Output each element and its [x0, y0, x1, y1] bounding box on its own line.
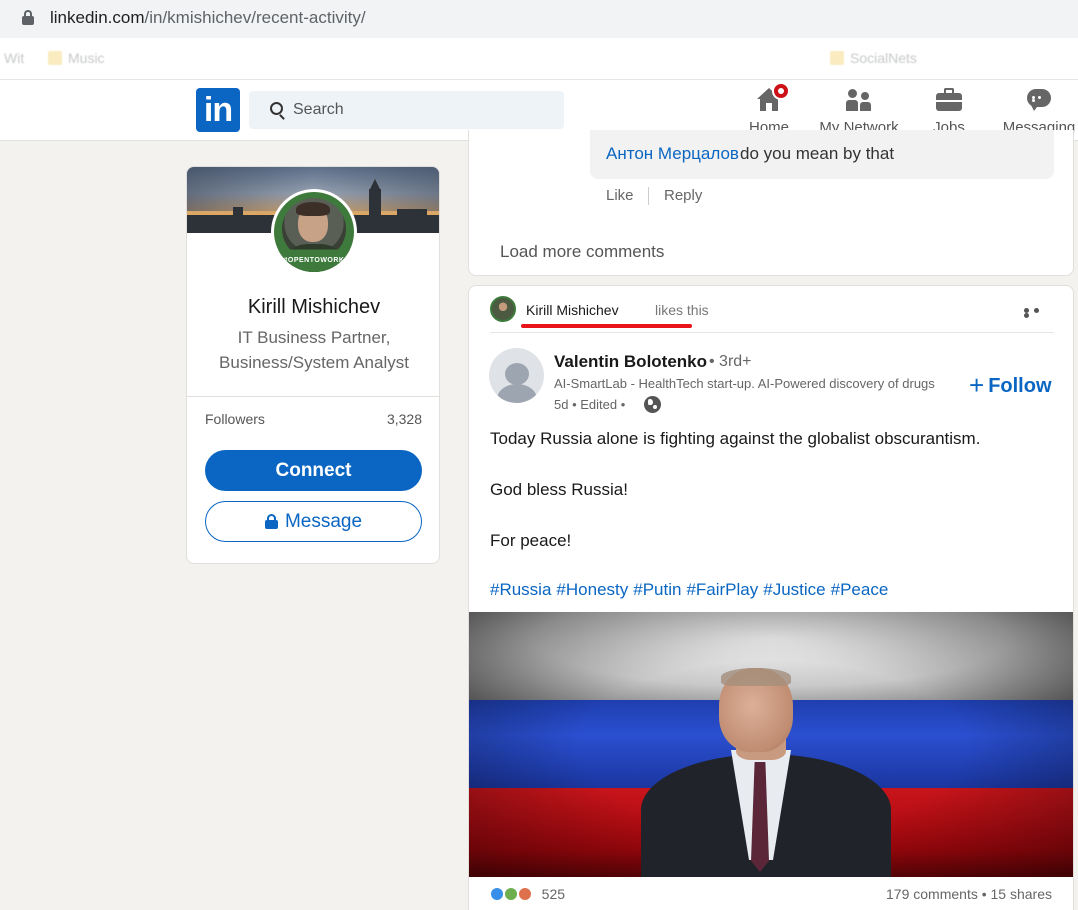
hashtag-link[interactable]: #Russia	[490, 580, 551, 599]
post-card: Kirill Mishichev likes this Valentin Bol…	[468, 285, 1074, 910]
jobs-icon	[936, 88, 962, 112]
url-text[interactable]: linkedin.com/in/kmishichev/recent-activi…	[50, 8, 366, 28]
nav-item-home[interactable]: Home	[740, 82, 798, 136]
connection-degree: • 3rd+	[709, 353, 752, 370]
comment-author[interactable]: Антон Мерцалов	[606, 144, 739, 164]
nav-item-jobs[interactable]: Jobs	[922, 88, 976, 136]
search-icon	[270, 102, 283, 115]
comment-like-button[interactable]: Like	[606, 187, 634, 204]
url-path: /in/kmishichev/recent-activity/	[144, 8, 366, 27]
globe-icon	[644, 396, 661, 413]
post-text-line: Today Russia alone is fighting against t…	[490, 429, 981, 448]
hashtag-link[interactable]: #Peace	[831, 580, 889, 599]
profile-avatar[interactable]: #OPENTOWORK	[271, 189, 357, 275]
comment-text: do you mean by that	[740, 144, 895, 163]
profile-name[interactable]: Kirill Mishichev	[187, 296, 439, 319]
author-name[interactable]: Valentin Bolotenko	[554, 352, 707, 372]
reactions-summary[interactable]: 525	[490, 886, 565, 902]
love-reaction-icon	[517, 887, 532, 901]
more-options-icon[interactable]	[1024, 308, 1052, 318]
red-underline-annotation	[521, 324, 692, 328]
nav-item-my-network[interactable]: My Network	[814, 88, 904, 136]
messaging-icon	[1026, 88, 1052, 112]
post-text-line: God bless Russia!	[490, 480, 628, 499]
profile-card: #OPENTOWORK Kirill Mishichev IT Business…	[186, 166, 440, 564]
lock-icon	[264, 513, 278, 529]
folder-icon	[830, 51, 844, 65]
hashtag-link[interactable]: #Putin	[633, 580, 681, 599]
post-text-line: For peace!	[490, 531, 572, 550]
celebrate-reaction-icon	[503, 887, 518, 901]
home-icon	[756, 82, 790, 112]
divider	[648, 187, 649, 205]
liker-name[interactable]: Kirill Mishichev	[526, 302, 619, 318]
bookmarks-bar: Wit Music SocialNets	[0, 38, 1078, 80]
follow-button[interactable]: + Follow	[969, 370, 1052, 401]
search-input[interactable]	[293, 91, 553, 129]
divider	[187, 396, 439, 397]
author-headline: AI-SmartLab - HealthTech start-up. AI-Po…	[554, 376, 935, 391]
divider	[490, 332, 1054, 333]
comments-shares-count[interactable]: 179 comments • 15 shares	[886, 886, 1052, 902]
bookmark-item[interactable]: Wit	[4, 50, 24, 66]
follow-label: Follow	[988, 375, 1052, 397]
notification-badge	[772, 82, 790, 100]
message-button[interactable]: Message	[205, 501, 422, 542]
comments-card: Антон Мерцалов do you mean by that Like …	[468, 130, 1074, 276]
hashtag-link[interactable]: #FairPlay	[686, 580, 758, 599]
profile-headline: IT Business Partner, Business/System Ana…	[219, 328, 409, 372]
bookmark-item[interactable]: SocialNets	[830, 50, 917, 66]
search-box[interactable]	[249, 91, 564, 129]
reactions-count: 525	[541, 886, 566, 902]
open-to-work-badge: #OPENTOWORK	[274, 244, 354, 272]
bookmark-item[interactable]: Music	[48, 50, 105, 66]
post-timestamp: 5d • Edited •	[554, 397, 626, 412]
followers-row: Followers 3,328	[205, 411, 422, 427]
hashtag-list: #Russia #Honesty #Putin #FairPlay #Justice #P…	[490, 580, 893, 600]
liker-avatar[interactable]	[490, 296, 516, 322]
post-image[interactable]	[469, 612, 1073, 877]
folder-icon	[48, 51, 62, 65]
url-domain: linkedin.com	[50, 8, 145, 27]
network-icon	[846, 88, 872, 112]
linkedin-logo[interactable]: in	[196, 88, 240, 132]
load-more-comments-button[interactable]: Load more comments	[500, 242, 664, 262]
hashtag-link[interactable]: #Honesty	[556, 580, 628, 599]
nav-item-messaging[interactable]: Messaging	[1000, 88, 1078, 136]
like-reaction-icon	[490, 887, 504, 901]
lock-icon	[22, 10, 34, 26]
connect-button[interactable]: Connect	[205, 450, 422, 491]
message-label: Message	[284, 510, 363, 532]
followers-label: Followers	[205, 411, 265, 427]
hashtag-link[interactable]: #Justice	[763, 580, 825, 599]
plus-icon: +	[969, 370, 985, 400]
followers-count: 3,328	[386, 411, 422, 427]
browser-url-bar[interactable]: linkedin.com/in/kmishichev/recent-activi…	[0, 0, 1078, 38]
author-avatar[interactable]	[489, 348, 544, 403]
comment-reply-button[interactable]: Reply	[664, 187, 702, 204]
liker-action: likes this	[655, 302, 709, 318]
comment-bubble: Антон Мерцалов do you mean by that	[590, 130, 1054, 179]
